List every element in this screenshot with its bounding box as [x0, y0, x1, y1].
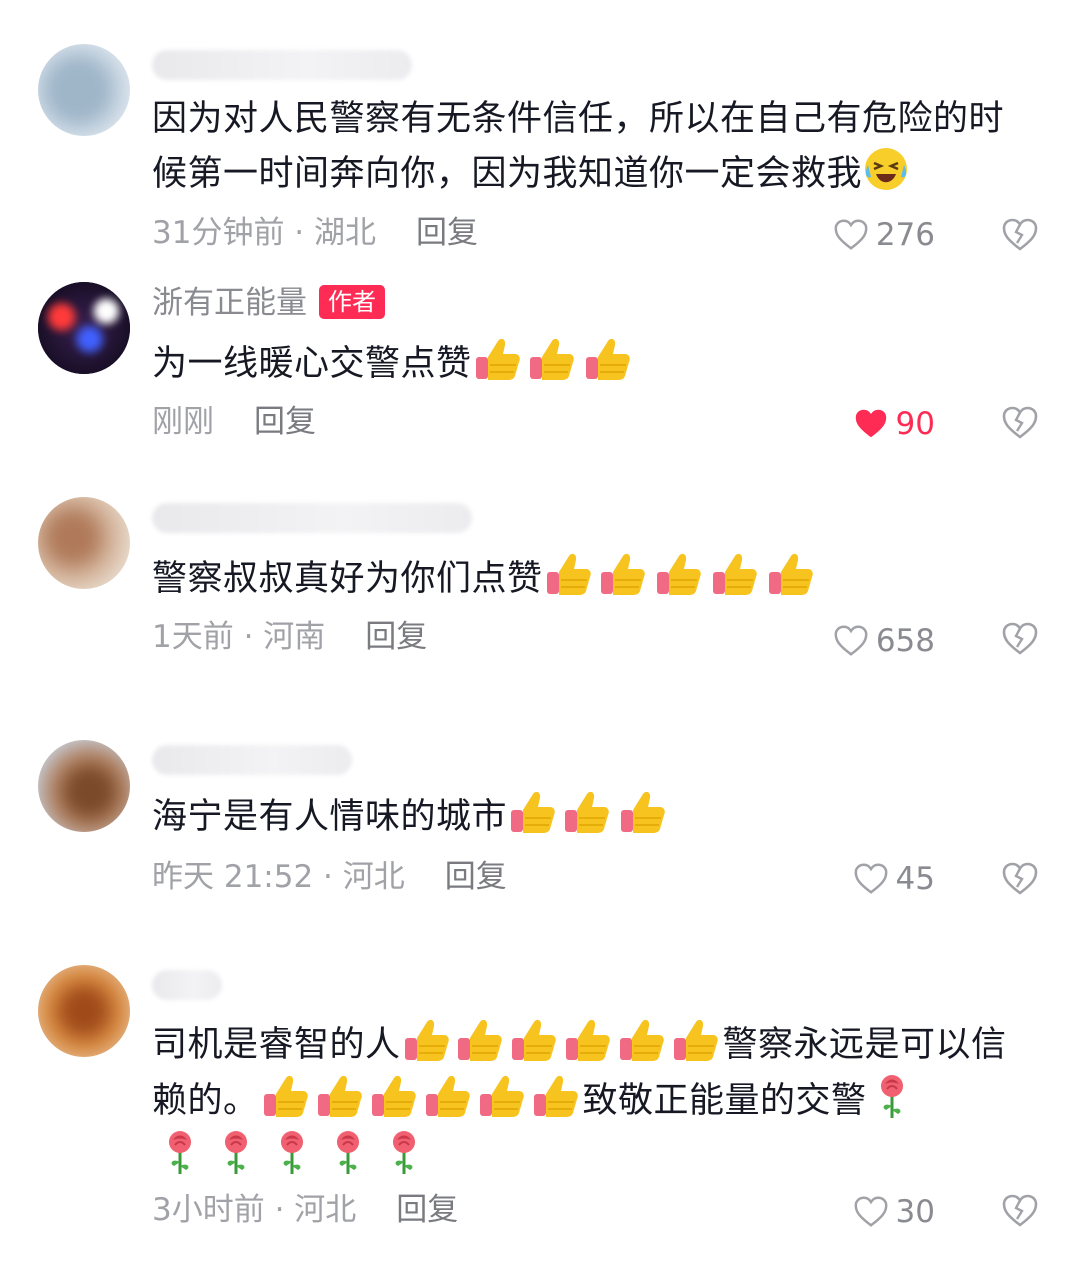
- like-button[interactable]: 30: [852, 1192, 935, 1232]
- like-button[interactable]: 658: [832, 621, 935, 661]
- comment-meta: 1天前 · 河南 回复: [152, 617, 427, 657]
- like-count: 90: [895, 406, 935, 442]
- heart-icon: [852, 860, 890, 898]
- avatar[interactable]: [38, 740, 130, 832]
- username-blurred[interactable]: [152, 50, 412, 80]
- comment-text: 为一线暖心交警点赞: [152, 344, 472, 384]
- rose-emoji: [320, 1128, 376, 1176]
- like-count: 658: [875, 623, 935, 659]
- comment-meta: 昨天 21:52 · 河北 回复: [152, 857, 507, 897]
- rose-emoji: [867, 1072, 917, 1120]
- username-blurred[interactable]: [152, 745, 352, 775]
- thumbs-up-emoji: [580, 335, 636, 383]
- username-blurred[interactable]: [152, 970, 222, 1000]
- thumbs-up-emoji: [651, 550, 707, 598]
- like-count: 276: [875, 217, 935, 253]
- rose-emoji: [376, 1128, 432, 1176]
- thumbs-up-emoji: [529, 1072, 583, 1120]
- avatar[interactable]: [38, 282, 130, 374]
- comment-text: 警察叔叔真好为你们点赞: [152, 559, 543, 599]
- thumbs-up-emoji: [615, 1016, 669, 1064]
- dislike-icon[interactable]: [1000, 619, 1040, 659]
- time-location: 1天前 · 河南: [152, 619, 326, 655]
- like-count: 30: [895, 1194, 935, 1230]
- like-count: 45: [895, 861, 935, 897]
- heart-filled-icon: [852, 405, 890, 443]
- reply-button[interactable]: 回复: [416, 213, 478, 253]
- time-location: 刚刚: [152, 404, 214, 440]
- heart-icon: [852, 1193, 890, 1231]
- like-button[interactable]: 45: [852, 859, 935, 899]
- time-location: 昨天 21:52 · 河北: [152, 859, 405, 895]
- author-name[interactable]: 浙有正能量 作者: [152, 283, 385, 323]
- thumbs-up-emoji: [313, 1072, 367, 1120]
- comment-content: 因为对人民警察有无条件信任，所以在自己有危险的时候第一时间奔向你，因为我知道你一…: [152, 93, 1032, 200]
- thumbs-up-emoji: [595, 550, 651, 598]
- time-location: 3小时前 · 河北: [152, 1192, 357, 1228]
- thumbs-up-emoji: [421, 1072, 475, 1120]
- thumbs-up-emoji: [669, 1016, 723, 1064]
- thumbs-up-emoji: [367, 1072, 421, 1120]
- reply-button[interactable]: 回复: [396, 1190, 458, 1230]
- dislike-icon[interactable]: [1000, 1191, 1040, 1231]
- reply-button[interactable]: 回复: [445, 857, 507, 897]
- thumbs-up-emoji: [472, 335, 524, 383]
- comment-content: 司机是睿智的人 警察永远是可以信赖的。 致敬正能量的交警: [152, 1016, 1032, 1184]
- thumbs-up-emoji: [453, 1016, 507, 1064]
- comment-text: 海宁是有人情味的城市: [152, 797, 508, 837]
- avatar[interactable]: [38, 497, 130, 589]
- username-blurred[interactable]: [152, 503, 472, 533]
- laughing-tears-emoji: [862, 145, 910, 193]
- like-button[interactable]: 276: [832, 215, 935, 255]
- time-location: 31分钟前 · 湖北: [152, 215, 377, 251]
- comment-content: 海宁是有人情味的城市: [152, 788, 1032, 843]
- username[interactable]: 浙有正能量: [152, 285, 307, 321]
- rose-emoji: [264, 1128, 320, 1176]
- rose-emoji: [152, 1128, 208, 1176]
- thumbs-up-emoji: [559, 788, 615, 836]
- thumbs-up-emoji: [707, 550, 763, 598]
- thumbs-up-emoji: [524, 335, 580, 383]
- reply-button[interactable]: 回复: [254, 402, 316, 442]
- thumbs-up-emoji: [615, 788, 671, 836]
- author-badge: 作者: [319, 285, 385, 319]
- heart-icon: [832, 216, 870, 254]
- thumbs-up-emoji: [763, 550, 819, 598]
- comment-content: 警察叔叔真好为你们点赞: [152, 550, 1032, 605]
- dislike-icon[interactable]: [1000, 215, 1040, 255]
- dislike-icon[interactable]: [1000, 403, 1040, 443]
- comment-meta: 3小时前 · 河北 回复: [152, 1190, 458, 1230]
- avatar[interactable]: [38, 44, 130, 136]
- comment-meta: 31分钟前 · 湖北 回复: [152, 213, 478, 253]
- comment-content: 为一线暖心交警点赞: [152, 335, 1032, 390]
- avatar[interactable]: [38, 965, 130, 1057]
- rose-emoji: [208, 1128, 264, 1176]
- comment-text: 司机是睿智的人: [152, 1025, 401, 1065]
- thumbs-up-emoji: [507, 1016, 561, 1064]
- thumbs-up-emoji: [507, 788, 559, 836]
- comment-text: 致敬正能量的交警: [582, 1081, 867, 1121]
- thumbs-up-emoji: [543, 550, 595, 598]
- dislike-icon[interactable]: [1000, 859, 1040, 899]
- comment-meta: 刚刚 回复: [152, 402, 316, 442]
- like-button[interactable]: 90: [852, 404, 935, 444]
- thumbs-up-emoji: [259, 1072, 313, 1120]
- thumbs-up-emoji: [561, 1016, 615, 1064]
- heart-icon: [832, 622, 870, 660]
- reply-button[interactable]: 回复: [365, 617, 427, 657]
- thumbs-up-emoji: [475, 1072, 529, 1120]
- thumbs-up-emoji: [401, 1016, 453, 1064]
